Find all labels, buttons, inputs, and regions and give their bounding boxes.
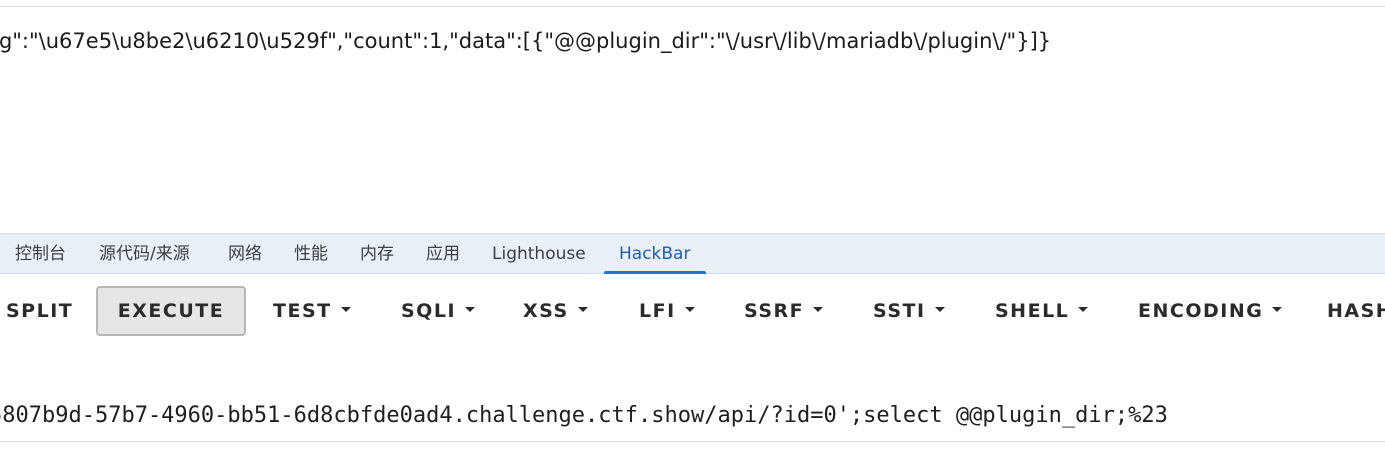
caret-down-icon: [1272, 307, 1283, 312]
ssti-menu-button[interactable]: SSTI: [873, 286, 945, 336]
caret-down-icon: [813, 307, 824, 312]
split-button-label: SPLIT: [6, 300, 74, 322]
response-body: sg":"\u67e5\u8be2\u6210\u529f","count":1…: [0, 7, 1385, 233]
tab-lighthouse[interactable]: Lighthouse: [492, 234, 586, 274]
hash-menu-label: HASH: [1327, 300, 1385, 322]
ssrf-menu-label: SSRF: [744, 300, 805, 322]
shell-menu-label: SHELL: [995, 300, 1070, 322]
encoding-menu-label: ENCODING: [1138, 300, 1264, 322]
response-json-text: sg":"\u67e5\u8be2\u6210\u529f","count":1…: [0, 29, 1052, 53]
caret-down-icon: [340, 307, 351, 312]
url-input-underline: [0, 441, 1385, 442]
test-menu-button[interactable]: TEST: [273, 286, 351, 336]
caret-down-icon: [1078, 307, 1089, 312]
encoding-menu-button[interactable]: ENCODING: [1138, 286, 1283, 336]
lfi-menu-button[interactable]: LFI: [639, 286, 695, 336]
hash-menu-button[interactable]: HASH: [1327, 286, 1385, 336]
sqli-menu-button[interactable]: SQLI: [401, 286, 476, 336]
sqli-menu-label: SQLI: [401, 300, 457, 322]
caret-down-icon: [684, 307, 695, 312]
tab-network[interactable]: 网络: [228, 234, 262, 274]
devtools-tabbar: 控制台 源代码/来源 网络 性能 内存 应用 Lighthouse HackBa…: [0, 233, 1385, 274]
tab-memory[interactable]: 内存: [360, 234, 394, 274]
lfi-menu-label: LFI: [639, 300, 676, 322]
ssrf-menu-button[interactable]: SSRF: [744, 286, 824, 336]
test-menu-label: TEST: [273, 300, 332, 322]
execute-button[interactable]: EXECUTE: [96, 286, 246, 336]
hackbar-toolbar: SPLIT EXECUTE TEST SQLI XSS LFI SSRF SST…: [0, 274, 1385, 364]
caret-down-icon: [934, 307, 945, 312]
tab-sources[interactable]: 源代码/来源: [99, 234, 190, 274]
tab-performance[interactable]: 性能: [294, 234, 328, 274]
xss-menu-label: XSS: [523, 300, 569, 322]
tab-hackbar[interactable]: HackBar: [619, 234, 690, 274]
caret-down-icon: [465, 307, 476, 312]
shell-menu-button[interactable]: SHELL: [995, 286, 1089, 336]
xss-menu-button[interactable]: XSS: [523, 286, 588, 336]
split-button[interactable]: SPLIT: [6, 286, 73, 336]
ssti-menu-label: SSTI: [873, 300, 926, 322]
tab-console[interactable]: 控制台: [15, 234, 66, 274]
tab-application[interactable]: 应用: [426, 234, 460, 274]
url-input[interactable]: 5807b9d-57b7-4960-bb51-6d8cbfde0ad4.chal…: [0, 403, 1168, 428]
execute-button-label: EXECUTE: [117, 300, 225, 322]
devtools-panel: 控制台 源代码/来源 网络 性能 内存 应用 Lighthouse HackBa…: [0, 233, 1385, 454]
caret-down-icon: [577, 307, 588, 312]
